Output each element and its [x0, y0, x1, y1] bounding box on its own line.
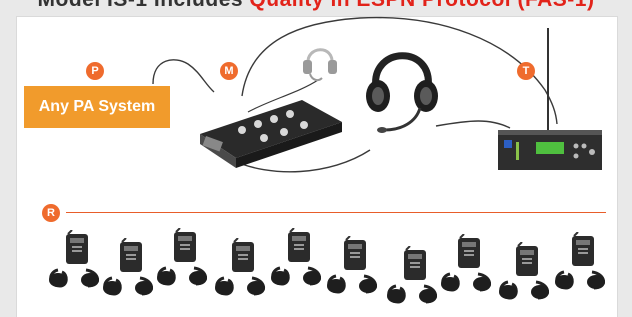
- bodypack-receiver-icon: [215, 238, 265, 296]
- audio-mixer-icon: [200, 100, 342, 168]
- marker-receivers: R: [42, 204, 60, 222]
- headset-large-icon: [366, 52, 438, 133]
- bodypack-receiver-icon: [49, 230, 99, 288]
- bodypack-receiver-icon: [327, 236, 377, 294]
- bodypack-receiver-icon: [157, 228, 207, 286]
- bodypack-receiver-icon: [271, 228, 321, 286]
- bodypack-receiver-icon: [441, 234, 491, 292]
- marker-mixer: M: [220, 62, 238, 80]
- receivers-divider: [66, 212, 606, 213]
- headset-small-icon: [303, 48, 337, 82]
- bodypack-receiver-icon: [555, 232, 605, 290]
- radio-transmitter-icon: [498, 28, 602, 170]
- marker-pa: P: [86, 62, 104, 80]
- pa-system-box: Any PA System: [24, 86, 170, 128]
- bodypack-receiver-icon: [103, 238, 153, 296]
- bodypack-receiver-icon: [499, 242, 549, 300]
- system-diagram: Model IS-1 Includes Quality in ESPN Prot…: [0, 0, 632, 317]
- bodypack-receiver-icon: [387, 246, 437, 304]
